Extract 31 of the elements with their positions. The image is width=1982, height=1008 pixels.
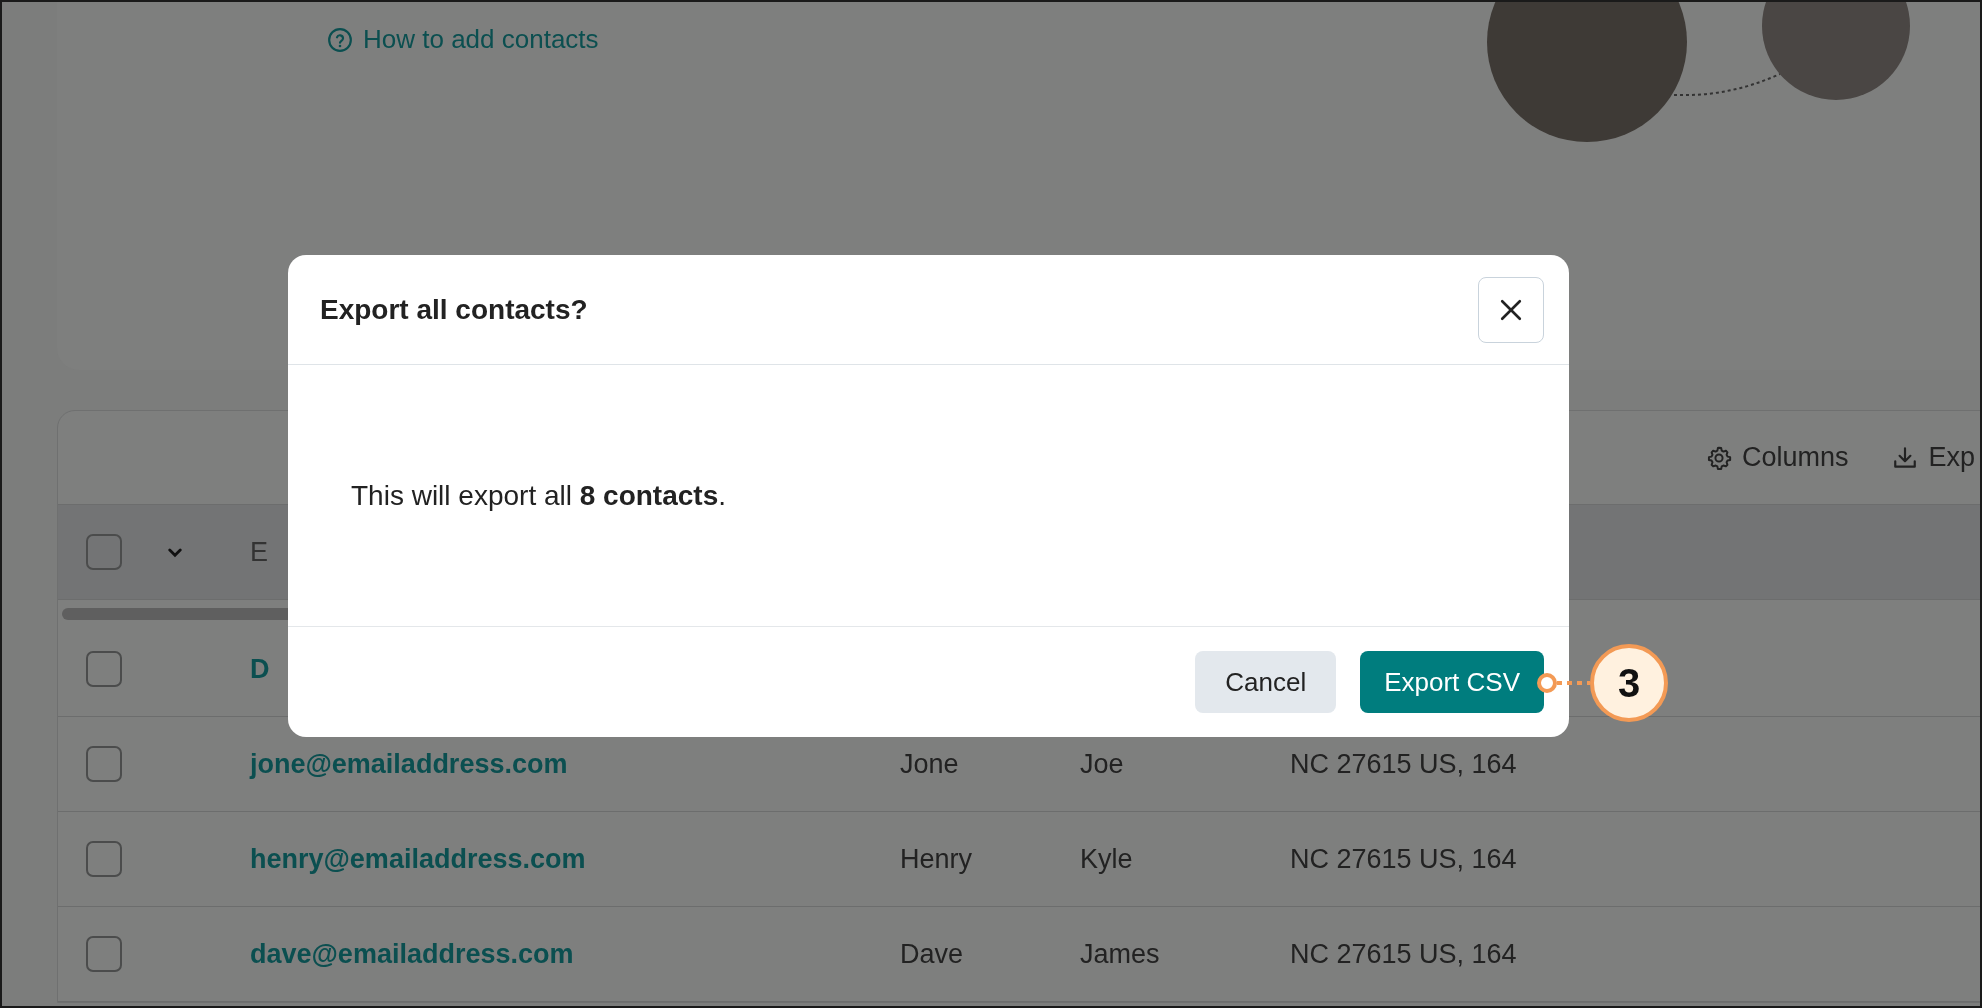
address-cell: NC 27615 US, 164 [1290,748,1517,780]
first-name-cell-text: Henry [900,843,974,875]
email-link[interactable]: henry@emailaddress.com [250,843,900,875]
last-name-cell-text: Joe [1080,748,1125,780]
dialog-message: This will export all 8 contacts. [351,479,726,512]
export-button[interactable]: Exp [1892,442,1975,473]
cancel-button[interactable]: Cancel [1195,651,1337,713]
row-checkbox[interactable] [86,746,122,782]
settings-icon [1705,444,1732,471]
help-link[interactable]: How to add contacts [327,24,599,55]
last-name-cell-text: James [1080,938,1161,970]
row-checkbox[interactable] [86,651,122,687]
select-all-checkbox[interactable] [86,534,122,570]
last-name-cell-text: Kyle [1080,843,1134,875]
address-cell: NC 27615 US, 164 [1290,843,1517,875]
chevron-down-icon[interactable] [168,548,182,558]
columns-button[interactable]: Columns [1705,442,1849,473]
export-csv-button[interactable]: Export CSV [1360,651,1544,713]
download-icon [1892,444,1919,471]
email-link[interactable]: dave@emailaddress.com [250,938,900,970]
first-name-cell-text: Jone [900,748,960,780]
row-checkbox[interactable] [86,841,122,877]
address-cell: NC 27615 US, 164 [1290,938,1517,970]
close-icon [1500,298,1522,321]
dialog-title: Export all contacts? [320,293,588,326]
close-button[interactable] [1478,276,1544,343]
help-icon [327,26,353,53]
email-link[interactable]: jone@emailaddress.com [250,748,900,780]
row-checkbox[interactable] [86,936,122,972]
first-name-cell-text: Dave [900,938,965,970]
column-header: E [250,536,269,568]
